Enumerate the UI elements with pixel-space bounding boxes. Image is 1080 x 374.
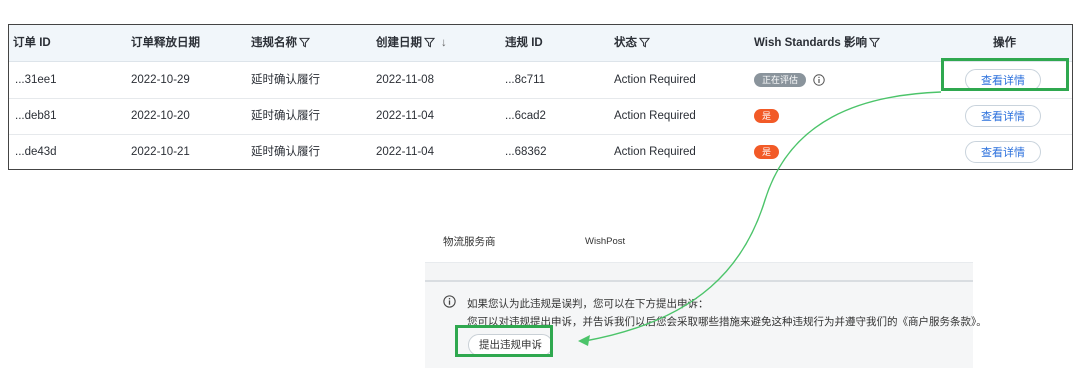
arrow-icon bbox=[578, 91, 942, 346]
